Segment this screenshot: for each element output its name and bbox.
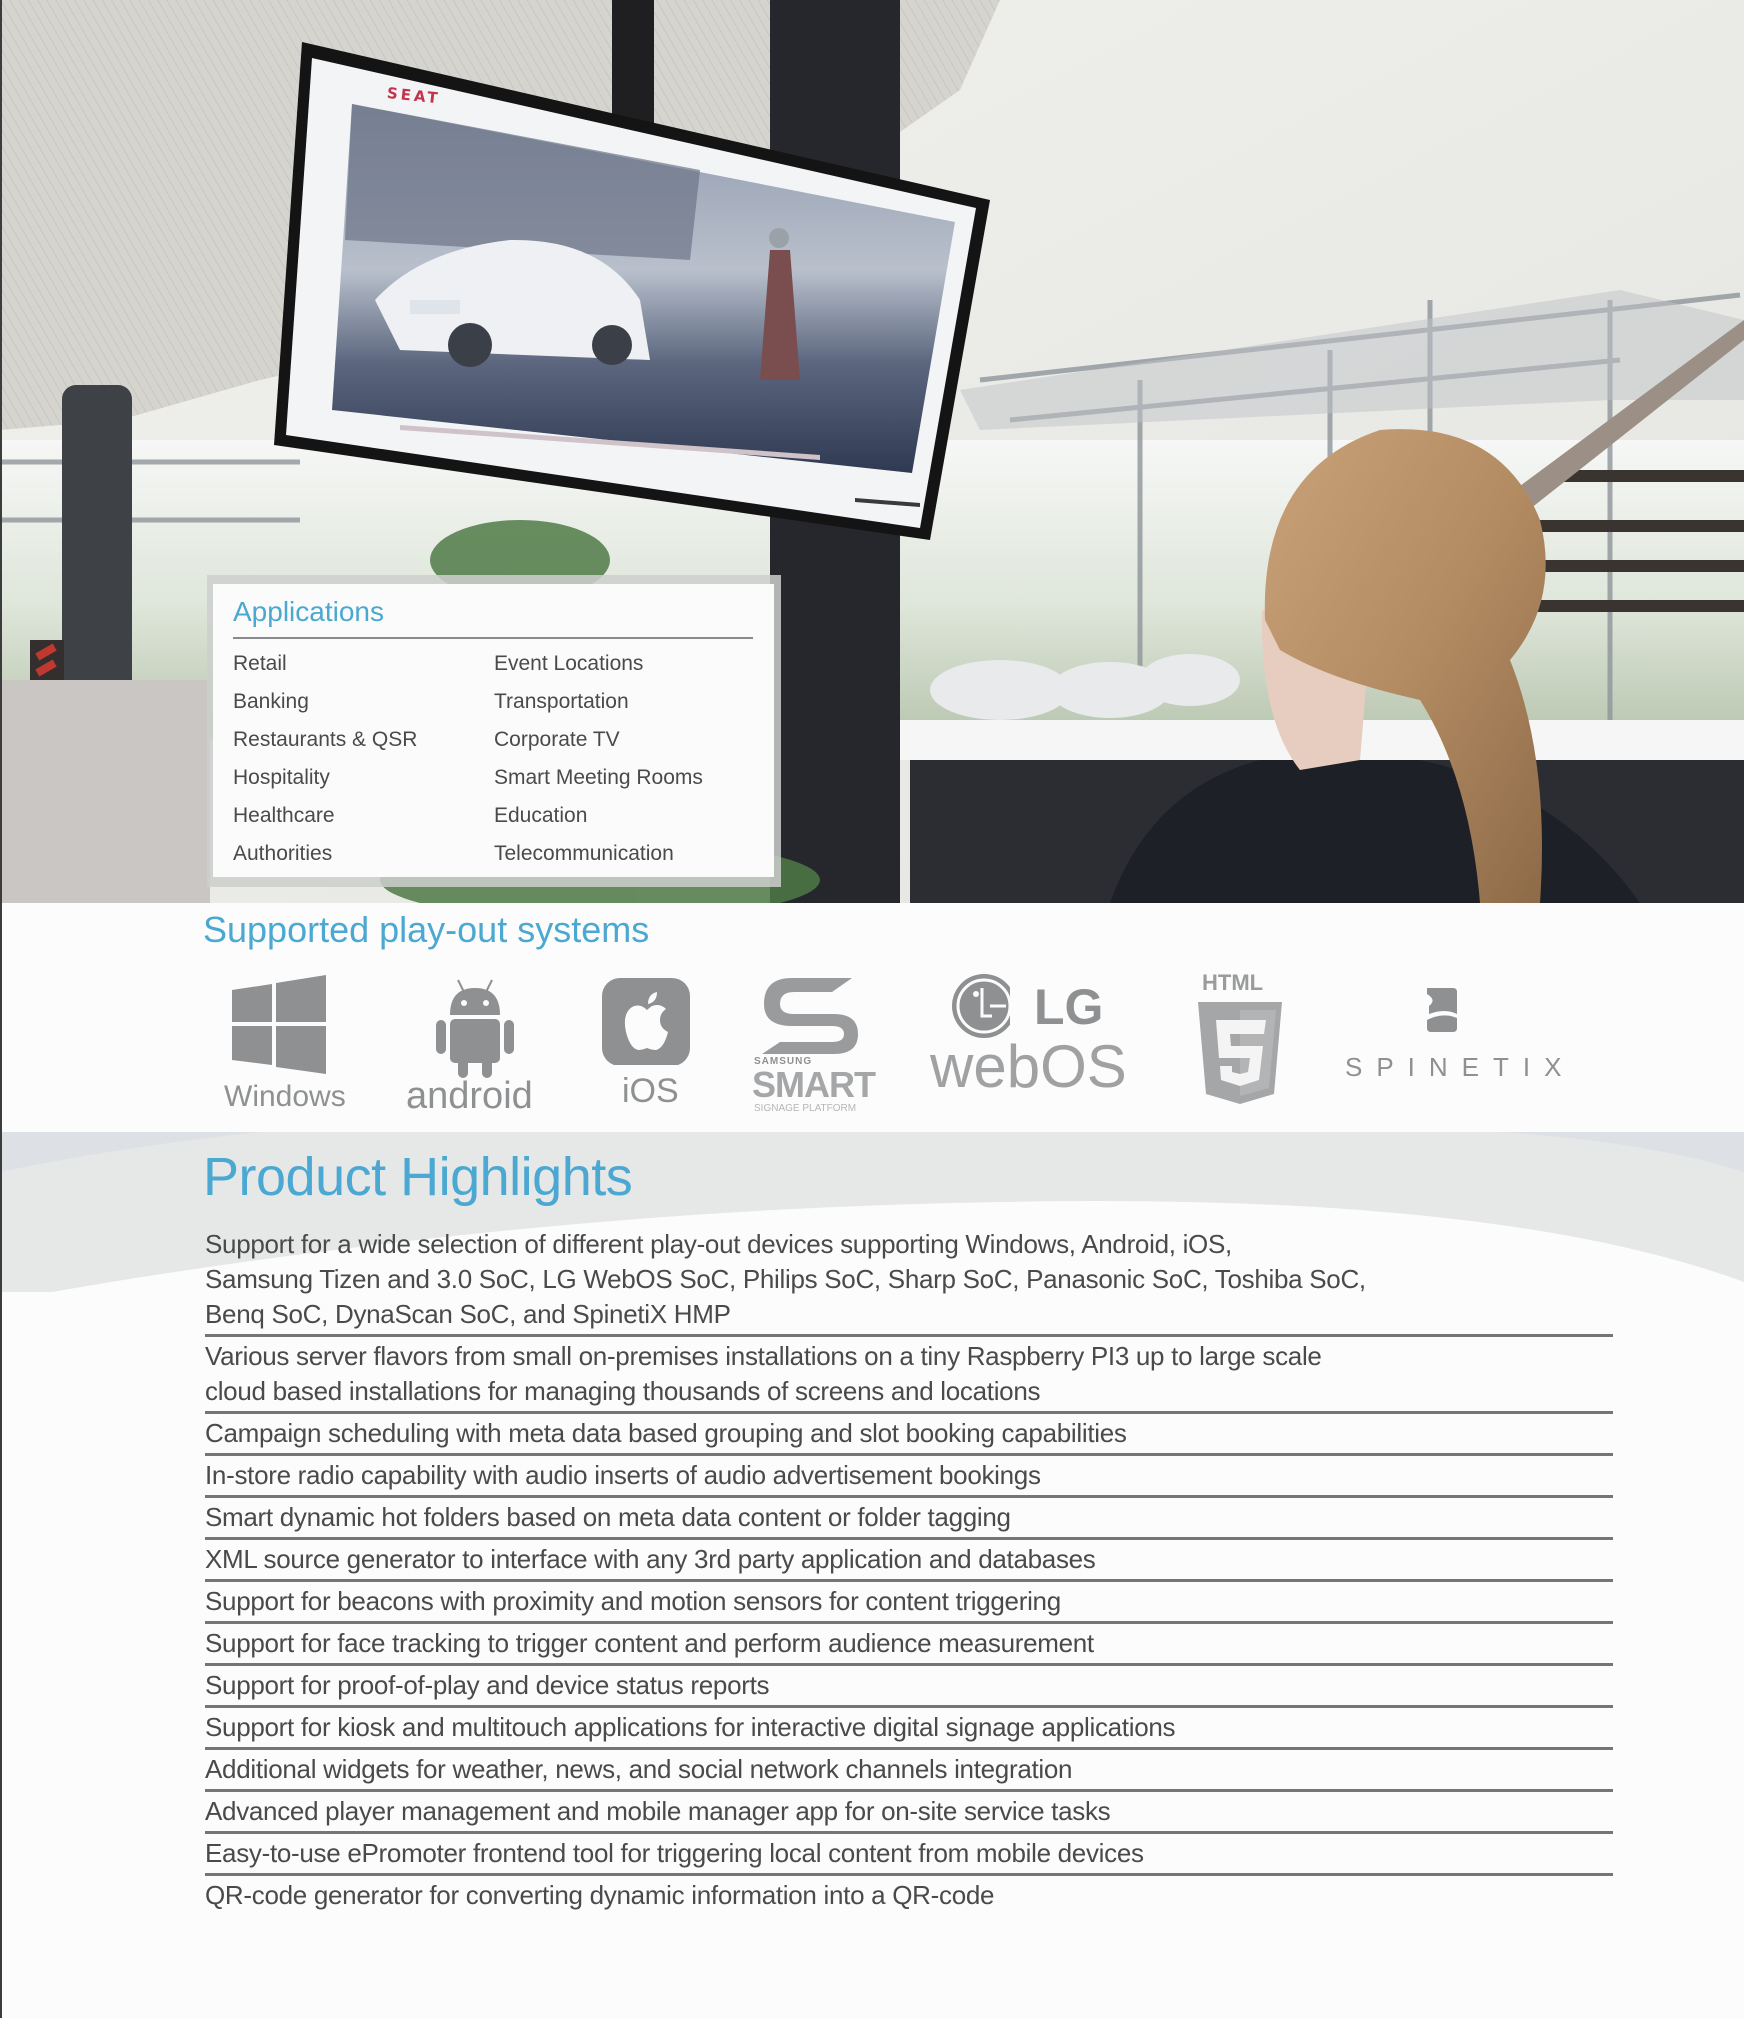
highlight-item: Support for proof-of-play and device sta… [205, 1666, 1613, 1708]
highlight-item: Support for kiosk and multitouch applica… [205, 1708, 1613, 1750]
windows-logo-icon [232, 975, 326, 1074]
highlight-line: Support for face tracking to trigger con… [205, 1628, 1094, 1658]
highlight-line: Support for kiosk and multitouch applica… [205, 1712, 1176, 1742]
highlight-line: Additional widgets for weather, news, an… [205, 1754, 1073, 1784]
html5-shield-icon [1198, 1002, 1282, 1104]
android-logo: android [406, 970, 533, 1117]
highlight-item: In-store radio capability with audio ins… [205, 1456, 1613, 1498]
highlight-line: QR-code generator for converting dynamic… [205, 1880, 995, 1910]
highlight-item: Easy-to-use ePromoter frontend tool for … [205, 1834, 1613, 1876]
applications-column-2: Event Locations Transportation Corporate… [494, 645, 703, 873]
windows-logo: Windows [222, 970, 346, 1113]
highlight-item: Support for beacons with proximity and m… [205, 1582, 1613, 1624]
highlight-item: Additional widgets for weather, news, an… [205, 1750, 1613, 1792]
product-highlights-title: Product Highlights [203, 1147, 633, 1207]
application-item: Corporate TV [494, 728, 620, 751]
ios-logo: iOS [600, 970, 695, 1110]
signage-platform-label: SIGNAGE PLATFORM [754, 1103, 857, 1114]
highlight-line: cloud based installations for managing t… [205, 1376, 1041, 1406]
highlight-item: Various server flavors from small on-pre… [205, 1337, 1613, 1414]
lg-label: LG [1034, 979, 1104, 1035]
highlight-item: QR-code generator for converting dynamic… [205, 1876, 1613, 1915]
highlight-line: Various server flavors from small on-pre… [205, 1341, 1322, 1371]
application-item: Banking [233, 690, 309, 713]
samsung-smart-signage-logo: SAMSUNG SMART SIGNAGE PLATFORM [752, 970, 876, 1114]
html5-logo: HTML [1196, 970, 1286, 1120]
applications-column-1: Retail Banking Restaurants & QSR Hospita… [233, 645, 417, 873]
highlight-line: Support for a wide selection of differen… [205, 1229, 1232, 1259]
smart-label: SMART [752, 1064, 876, 1105]
android-logo-icon [436, 979, 514, 1078]
highlight-line: Samsung Tizen and 3.0 SoC, LG WebOS SoC,… [205, 1264, 1366, 1294]
application-item: Education [494, 804, 588, 827]
webos-label: webOS [930, 1033, 1127, 1100]
application-item: Hospitality [233, 766, 330, 789]
highlight-item: Advanced player management and mobile ma… [205, 1792, 1613, 1834]
highlight-line: In-store radio capability with audio ins… [205, 1460, 1041, 1490]
application-item: Transportation [494, 690, 629, 713]
spinetix-logo-icon [1427, 988, 1457, 1032]
spinetix-label: SPINETIX [1345, 1052, 1576, 1082]
highlight-item: Support for face tracking to trigger con… [205, 1624, 1613, 1666]
windows-label: Windows [224, 1080, 346, 1113]
lg-webos-logo: LG webOS [930, 970, 1127, 1100]
application-item: Retail [233, 652, 287, 675]
page-left-edge [0, 0, 2, 2018]
apple-logo-icon [602, 978, 690, 1065]
supported-systems-title: Supported play-out systems [203, 909, 650, 950]
highlight-item: Campaign scheduling with meta data based… [205, 1414, 1613, 1456]
highlight-line: Easy-to-use ePromoter frontend tool for … [205, 1838, 1144, 1868]
highlight-item: Smart dynamic hot folders based on meta … [205, 1498, 1613, 1540]
highlight-item: Support for a wide selection of differen… [205, 1225, 1613, 1337]
applications-title: Applications [233, 596, 384, 627]
highlight-line: Campaign scheduling with meta data based… [205, 1418, 1127, 1448]
application-item: Authorities [233, 842, 333, 865]
highlight-line: Support for proof-of-play and device sta… [205, 1670, 770, 1700]
application-item: Telecommunication [494, 842, 674, 865]
samsung-smart-signage-logo-icon [762, 978, 858, 1054]
android-label: android [406, 1075, 533, 1117]
application-item: Event Locations [494, 652, 644, 675]
application-item: Healthcare [233, 804, 335, 827]
highlight-line: Benq SoC, DynaScan SoC, and SpinetiX HMP [205, 1299, 731, 1329]
application-item: Restaurants & QSR [233, 728, 418, 751]
highlight-line: XML source generator to interface with a… [205, 1544, 1096, 1574]
application-item: Smart Meeting Rooms [494, 766, 703, 789]
highlight-line: Advanced player management and mobile ma… [205, 1796, 1111, 1826]
spinetix-logo: SPINETIX [1345, 970, 1561, 1082]
highlight-line: Support for beacons with proximity and m… [205, 1586, 1061, 1616]
highlight-item: XML source generator to interface with a… [205, 1540, 1613, 1582]
html-label: HTML [1202, 970, 1264, 995]
highlight-line: Smart dynamic hot folders based on meta … [205, 1502, 1011, 1532]
product-highlights-list: Support for a wide selection of differen… [205, 1225, 1613, 1915]
applications-divider [233, 637, 753, 639]
ios-label: iOS [622, 1072, 679, 1110]
